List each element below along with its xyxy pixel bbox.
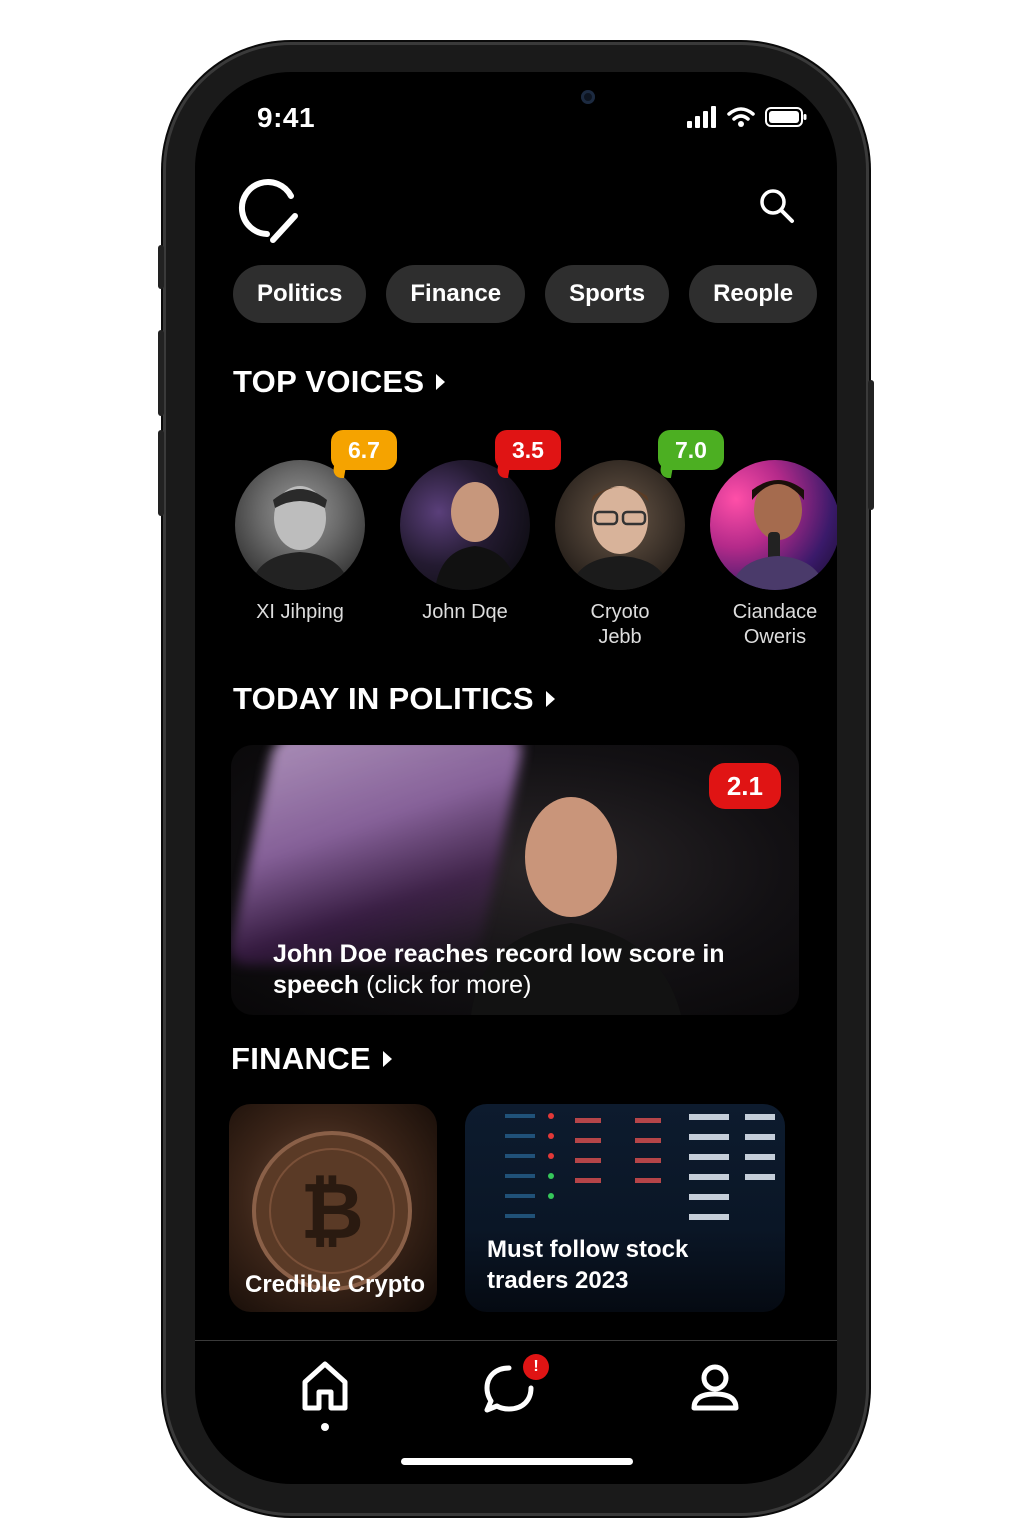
finance-card-stocks[interactable]: Must follow stock traders 2023: [465, 1104, 785, 1312]
card-label: Credible Crypto: [245, 1271, 426, 1298]
signal-icon: [687, 106, 716, 128]
status-icons: [687, 106, 807, 128]
person-silhouette: [250, 486, 350, 590]
avatar: [235, 460, 365, 590]
voice-name: Ciandace Oweris: [732, 601, 818, 648]
voice-name: John Dqe: [422, 601, 508, 623]
finance-header[interactable]: FINANCE: [231, 1041, 392, 1077]
chip-sports[interactable]: Sports: [545, 265, 670, 323]
chevron-right-icon: [382, 1051, 392, 1067]
person-silhouette: [730, 480, 826, 590]
avatar: [555, 460, 685, 590]
notification-badge: !: [523, 1354, 549, 1380]
voice-name: Cryoto Jebb: [590, 601, 650, 648]
score-badge: 3.5: [495, 430, 561, 470]
finance-title: FINANCE: [231, 1041, 371, 1076]
volume-up-button: [158, 330, 164, 416]
status-time: 9:41: [257, 102, 316, 133]
home-indicator[interactable]: [401, 1458, 633, 1465]
person-silhouette: [570, 486, 670, 590]
category-chips: Politics Finance Sports Reople: [233, 265, 818, 323]
power-button: [868, 380, 874, 510]
score-badge: 7.0: [658, 430, 724, 470]
voice-name: XI Jihping: [256, 601, 344, 623]
active-tab-indicator: [321, 1423, 329, 1431]
battery-icon: [765, 107, 807, 127]
chip-people[interactable]: Reople: [689, 265, 818, 323]
chip-finance[interactable]: Finance: [386, 265, 526, 323]
top-voices-header[interactable]: TOP VOICES: [233, 364, 446, 400]
person-silhouette: [435, 482, 518, 590]
score-badge: 6.7: [331, 430, 397, 470]
tabbar-divider: [195, 1340, 837, 1341]
notch: [350, 72, 682, 130]
camera: [581, 90, 595, 104]
score-badge: 2.1: [708, 763, 781, 809]
voice-card[interactable]: Cryoto Jebb: [545, 460, 695, 650]
voice-card[interactable]: Ciandace Oweris: [700, 460, 837, 650]
mute-switch: [158, 245, 164, 289]
chevron-right-icon: [436, 374, 446, 390]
finance-card-crypto[interactable]: ₿ Credible Crypto: [229, 1104, 437, 1312]
chevron-right-icon: [545, 691, 555, 707]
wifi-icon: [727, 107, 755, 127]
card-label: Must follow stock traders 2023: [487, 1236, 689, 1294]
voice-card[interactable]: John Dqe: [390, 460, 540, 625]
svg-text:₿: ₿: [300, 1167, 364, 1257]
headline: John Doe reaches record low score in spe…: [273, 940, 725, 999]
search-icon[interactable]: [757, 186, 797, 226]
app-logo-icon[interactable]: [237, 176, 301, 244]
click-for-more-link[interactable]: (click for more): [366, 971, 531, 999]
chip-politics[interactable]: Politics: [233, 265, 367, 323]
politics-hero-card[interactable]: 2.1 John Doe reaches record low score in…: [231, 745, 799, 1015]
politics-header[interactable]: TODAY IN POLITICS: [233, 681, 555, 717]
home-icon[interactable]: [299, 1358, 351, 1412]
politics-title: TODAY IN POLITICS: [233, 681, 534, 716]
avatar: [710, 460, 837, 590]
app-screen: 9:41 Politics Finance Sports Reople TOP …: [195, 72, 837, 1484]
profile-icon[interactable]: [689, 1362, 741, 1414]
avatar: [400, 460, 530, 590]
top-voices-title: TOP VOICES: [233, 364, 425, 399]
voice-card[interactable]: XI Jihping: [225, 460, 375, 625]
volume-down-button: [158, 430, 164, 516]
